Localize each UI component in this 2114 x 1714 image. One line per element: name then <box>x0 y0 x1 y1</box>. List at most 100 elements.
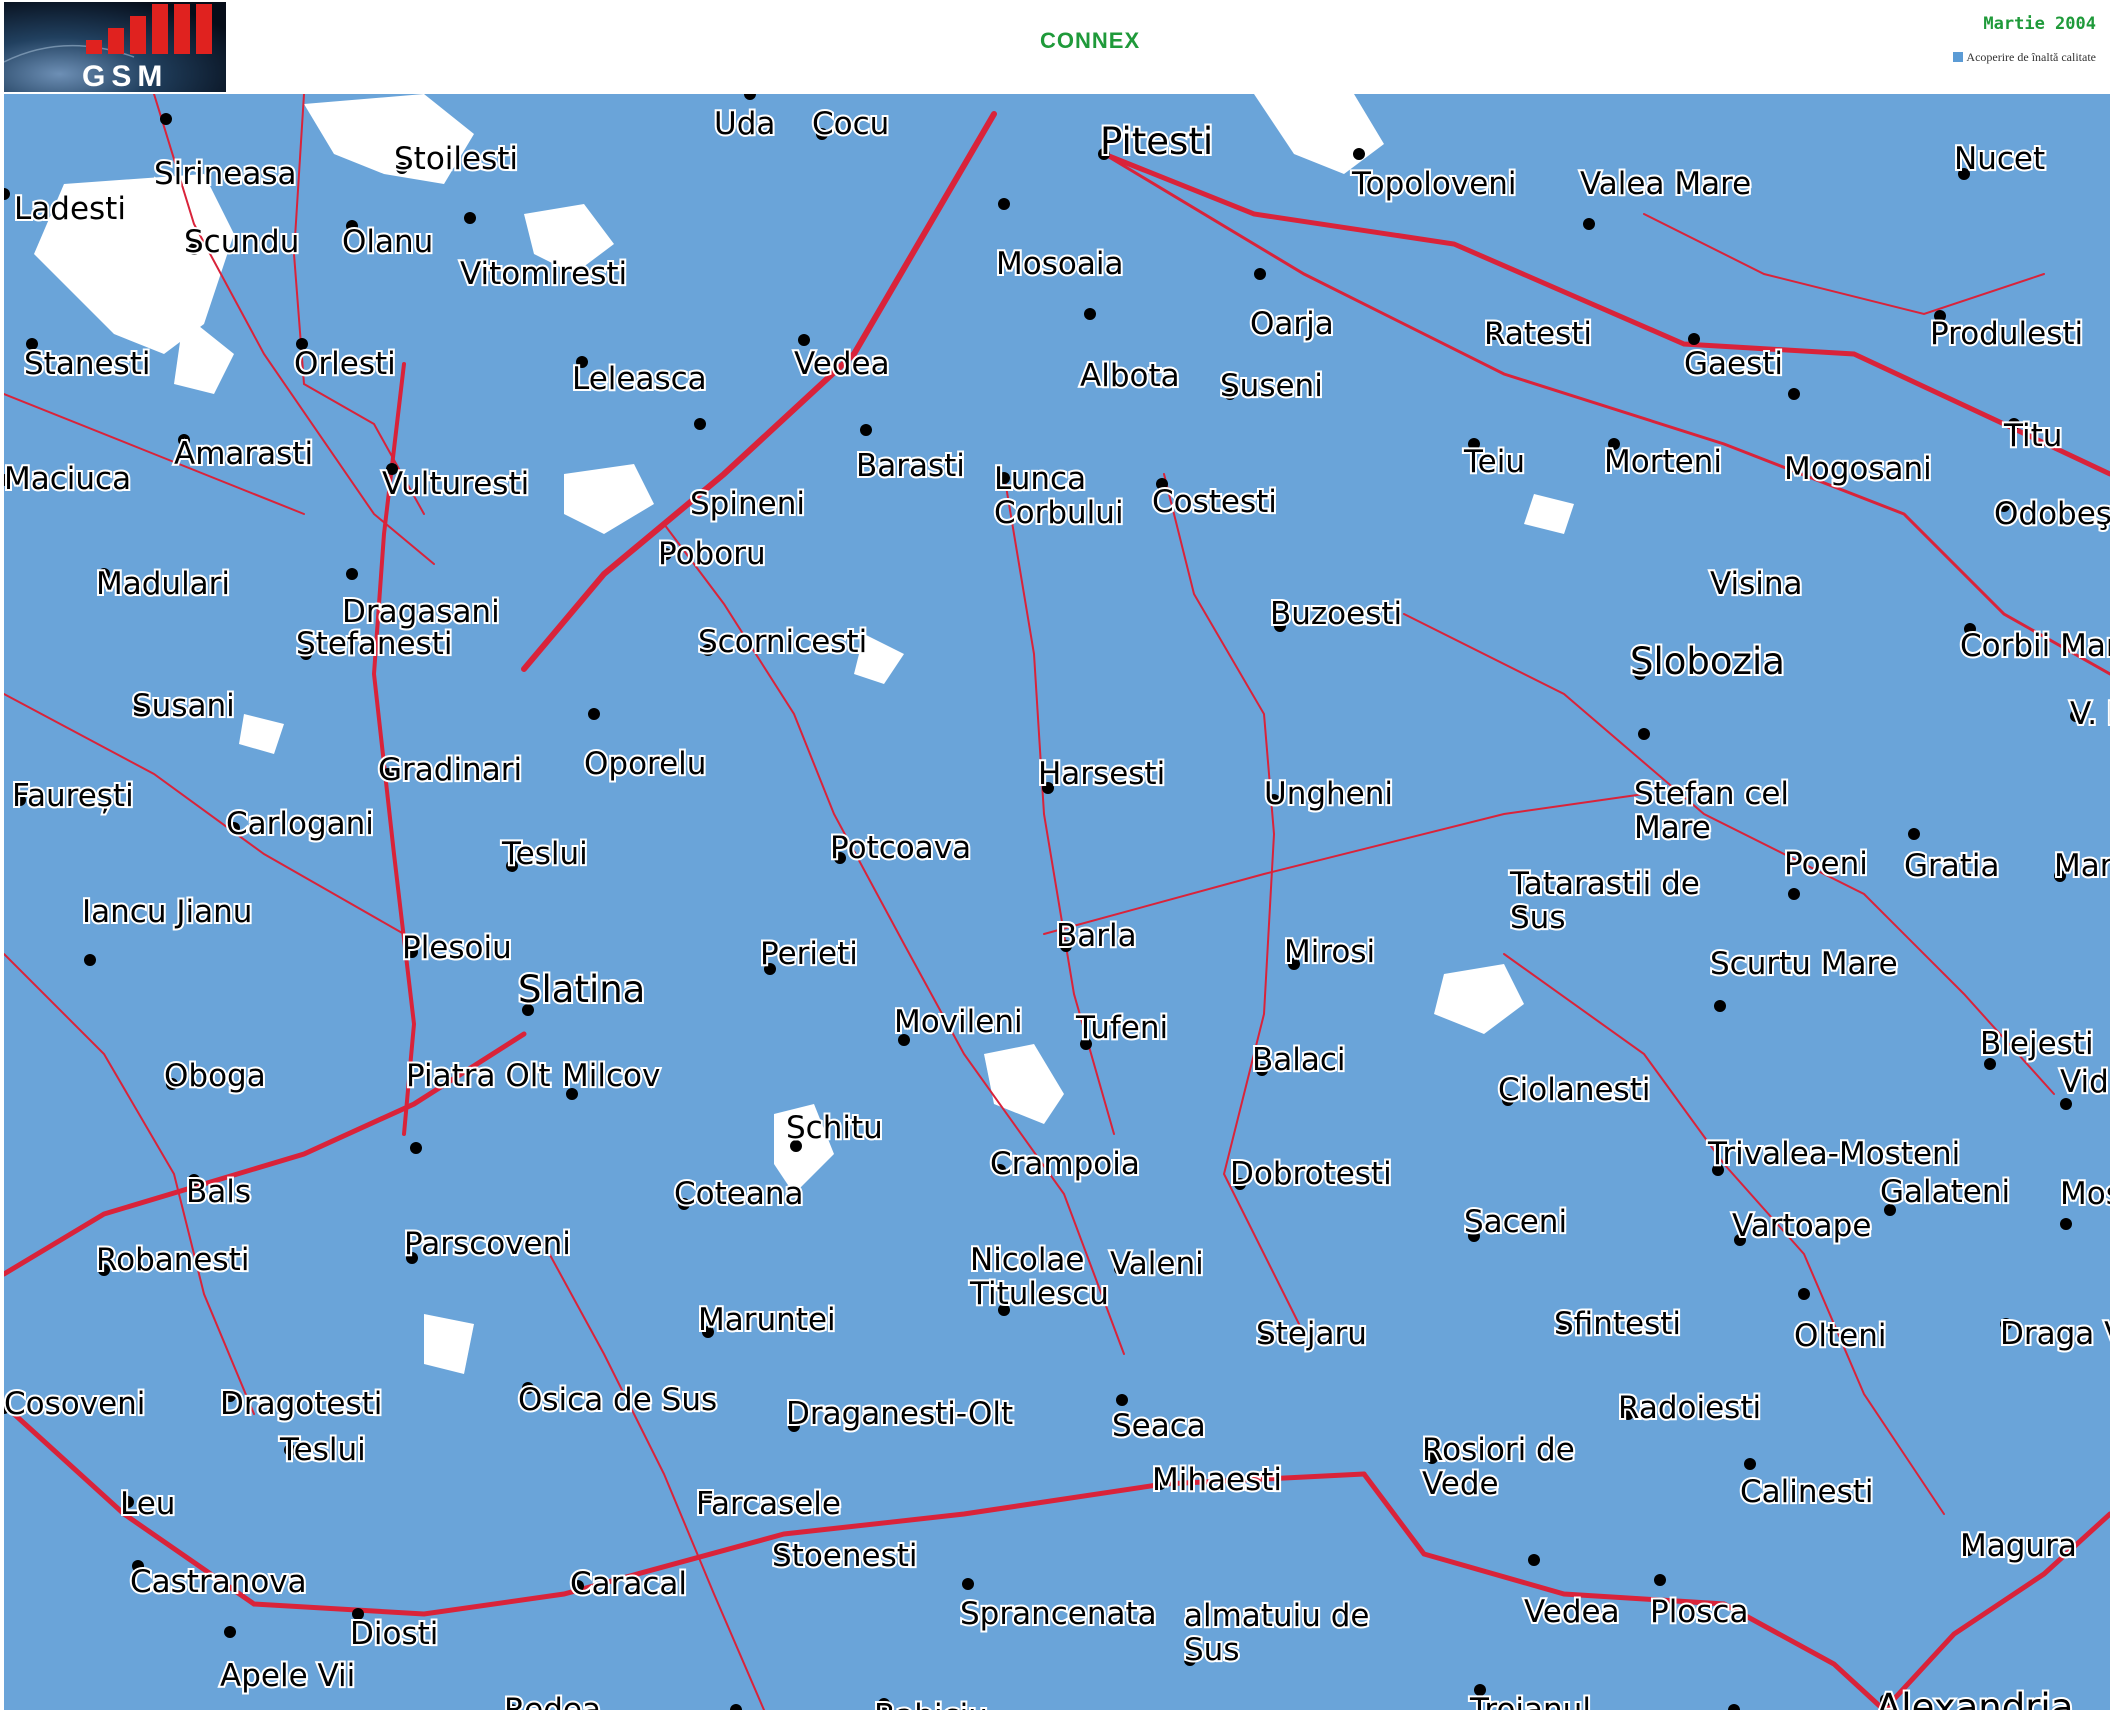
place-label: Apele Vii <box>220 1658 355 1694</box>
place-label: Diosti <box>350 1616 438 1652</box>
place-label: Plesoiu <box>402 930 512 966</box>
place-label: Milcov <box>562 1058 660 1094</box>
town-marker <box>464 212 476 224</box>
place-label: Teiu <box>1463 444 1525 480</box>
place-label: Sprancenata <box>960 1596 1157 1632</box>
town-marker <box>962 1578 974 1590</box>
place-label: Valea Mare <box>1580 166 1751 202</box>
place-label: Cosoveni <box>4 1386 145 1422</box>
place-label: Slobozia <box>1630 640 1785 683</box>
legend-swatch-icon <box>1953 52 1964 62</box>
place-label: Stejaru <box>1256 1316 1367 1352</box>
place-label: Coteana <box>674 1176 803 1212</box>
place-label: Maruntei <box>698 1302 836 1338</box>
town-marker <box>1116 1394 1128 1406</box>
town-marker <box>1254 268 1266 280</box>
town-marker <box>224 1626 236 1638</box>
place-label: Harsesti <box>1038 756 1165 792</box>
place-label: Castranova <box>130 1564 307 1600</box>
place-label: Redea <box>504 1692 601 1710</box>
place-label: Maciuca <box>4 461 131 497</box>
place-label: Seaca <box>1112 1408 1206 1444</box>
place-label: Iancu Jianu <box>82 894 252 930</box>
place-label: Dragasani <box>342 594 500 630</box>
place-label: Crampoia <box>990 1146 1140 1182</box>
place-label: Perieti <box>760 936 858 972</box>
place-label: Sirineasa <box>154 156 297 192</box>
place-label: Orlesti <box>294 346 396 382</box>
place-label: Madulari <box>96 566 230 602</box>
coverage-date: Martie 2004 <box>1983 14 2096 34</box>
town-marker <box>1788 388 1800 400</box>
connex-brand: CONNEX <box>1040 28 1141 53</box>
place-label: Suseni <box>1220 368 1323 404</box>
town-marker <box>346 568 358 580</box>
place-label: Morteni <box>1604 444 1722 480</box>
place-label: Nucet <box>1954 141 2045 177</box>
place-label: Stefanesti <box>296 626 452 662</box>
place-label: Scurtu Mare <box>1710 946 1898 982</box>
place-label: Draganesti-Olt <box>786 1396 1013 1432</box>
coverage-map[interactable]: Uda Cocu Pitesti Topoloveni Valea Mare Nucet S… <box>4 94 2110 1710</box>
town-marker <box>1908 828 1920 840</box>
place-label: Oboga <box>164 1058 266 1094</box>
place-label: Barasti <box>856 448 965 484</box>
legend-label: Acoperire de înaltă calitate <box>1966 50 2096 64</box>
place-label: Potcoava <box>830 830 971 866</box>
town-marker <box>160 113 172 125</box>
place-label: Parscoveni <box>404 1226 571 1262</box>
place-label: Cocu <box>812 106 889 142</box>
place-label: Draga V. <box>2000 1316 2110 1352</box>
place-label: Scundu <box>184 224 299 260</box>
place-label: Costesti <box>1152 484 1277 520</box>
place-label: Buzoesti <box>1270 596 1402 632</box>
place-label: Carlogani <box>226 806 374 842</box>
place-label: Leleasca <box>572 361 707 397</box>
place-label: Magura <box>1960 1528 2077 1564</box>
place-label: Teslui <box>279 1432 366 1468</box>
place-label: Troianul <box>1469 1692 1591 1710</box>
place-label: Balaci <box>1252 1042 1346 1078</box>
place-label: Vitomiresti <box>460 256 627 292</box>
place-label: Ladesti <box>14 191 126 227</box>
place-label: Vartoape <box>1732 1208 1871 1244</box>
place-label: Oarja <box>1250 306 1334 342</box>
place-label: Tufeni <box>1075 1010 1168 1046</box>
place-label: Movileni <box>894 1004 1023 1040</box>
place-label: Piatra Olt <box>406 1058 551 1094</box>
place-label: Saceni <box>1464 1204 1567 1240</box>
place-label: Titu <box>2003 418 2062 454</box>
place-label: Poboru <box>658 536 766 572</box>
place-label: Ciolanesti <box>1498 1072 1650 1108</box>
place-label: Dobrotesti <box>1230 1156 1392 1192</box>
place-label: Stoenesti <box>772 1538 918 1574</box>
place-label: Osica de Sus <box>518 1382 717 1418</box>
place-label: Corbii Mari <box>1960 628 2110 664</box>
place-label: Plosca <box>1650 1594 1748 1630</box>
place-label: Vedea <box>1524 1594 1620 1630</box>
town-marker <box>1084 308 1096 320</box>
place-label: Olteni <box>1794 1318 1887 1354</box>
place-label: Faurești <box>12 778 134 814</box>
place-label: Gradinari <box>378 752 522 788</box>
place-label: Amarasti <box>174 436 313 472</box>
place-label: Schitu <box>786 1110 883 1146</box>
town-marker <box>84 954 96 966</box>
town-marker <box>1688 333 1700 345</box>
place-label: Odobeşti <box>1994 496 2110 532</box>
place-label: Farcasele <box>696 1486 841 1522</box>
place-label: Gratia <box>1904 848 2000 884</box>
place-label: Pitesti <box>1100 120 1213 163</box>
map-header: GSM CONNEX Martie 2004 Acoperire de înal… <box>0 0 2114 94</box>
town-marker <box>1638 728 1650 740</box>
place-label: Calinesti <box>1740 1474 1874 1510</box>
place-label: Barla <box>1056 918 1137 954</box>
town-marker <box>998 198 1010 210</box>
town-marker <box>410 1142 422 1154</box>
map-legend: Acoperire de înaltă calitate <box>1953 50 2096 65</box>
place-label: Trivalea-Mosteni <box>1707 1136 1960 1172</box>
town-marker <box>694 418 706 430</box>
place-label: Topoloveni <box>1351 166 1517 202</box>
town-marker <box>1654 1574 1666 1586</box>
town-marker <box>1744 1458 1756 1470</box>
